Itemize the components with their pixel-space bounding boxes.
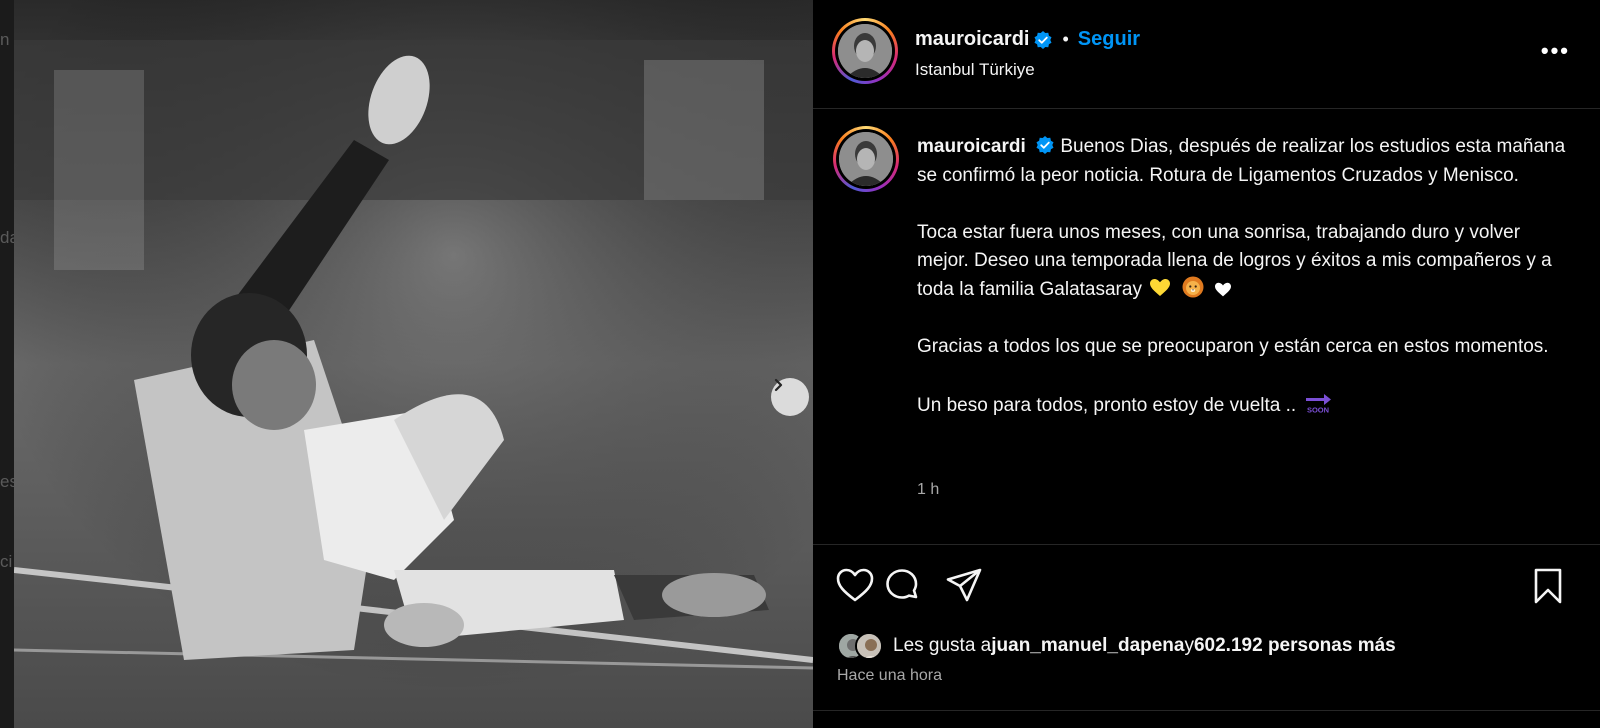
avatar-image xyxy=(839,132,893,186)
posted-time: Hace una hora xyxy=(837,667,942,684)
caption-paragraph: Un beso para todos, pronto estoy de vuel… xyxy=(917,394,1297,416)
likes-count[interactable]: 602.192 personas más xyxy=(1194,635,1396,657)
post-header: mauroicardi • Seguir Istanbul Türkiye ••… xyxy=(813,0,1600,109)
avatar-image xyxy=(838,24,892,78)
background-text: es xyxy=(0,472,14,491)
likes-summary: Les gusta a juan_manuel_dapena y 602.192… xyxy=(837,630,1396,662)
liker-avatar[interactable] xyxy=(855,632,883,660)
post-details-panel: mauroicardi • Seguir Istanbul Türkiye ••… xyxy=(813,0,1600,728)
post-photo[interactable] xyxy=(14,0,813,728)
chevron-right-icon xyxy=(774,378,783,392)
verified-icon xyxy=(1034,30,1052,49)
action-bar xyxy=(813,545,1600,615)
background-text: da xyxy=(0,228,14,247)
soon-emoji-label: SOON xyxy=(1307,405,1329,414)
follow-button[interactable]: Seguir xyxy=(1078,28,1140,51)
liker-avatar-image xyxy=(857,634,881,658)
likes-middle: y xyxy=(1184,635,1194,656)
caption-paragraph: Gracias a todos los que se preocuparon y… xyxy=(917,335,1549,357)
share-icon[interactable] xyxy=(945,567,983,603)
more-icon[interactable]: ••• xyxy=(1541,38,1570,64)
caption-text: mauroicardi Buenos Dias, después de real… xyxy=(917,133,1567,420)
next-photo-button[interactable] xyxy=(771,378,809,416)
comment-icon[interactable] xyxy=(883,567,921,605)
verified-icon xyxy=(1036,136,1054,154)
separator-dot: • xyxy=(1062,29,1069,49)
background-text: ci xyxy=(0,552,13,571)
yellow-heart-icon xyxy=(1150,278,1171,296)
avatar-story-ring[interactable] xyxy=(832,18,898,84)
background-text: n xyxy=(0,30,10,49)
background-page: n da es ci xyxy=(0,0,14,728)
post-image xyxy=(14,0,813,728)
heart-icon[interactable] xyxy=(835,567,875,603)
white-heart-icon xyxy=(1214,282,1231,296)
caption-section: mauroicardi Buenos Dias, después de real… xyxy=(813,109,1600,545)
caption-avatar-ring[interactable] xyxy=(833,126,899,192)
liker-username[interactable]: juan_manuel_dapena xyxy=(991,635,1184,657)
caption-avatar xyxy=(839,132,893,186)
post-time: 1 h xyxy=(917,481,940,498)
caption-paragraph: Toca estar fuera unos meses, con una son… xyxy=(917,221,1552,300)
lion-face-icon xyxy=(1182,276,1204,297)
bookmark-icon[interactable] xyxy=(1531,567,1565,605)
divider xyxy=(813,710,1600,711)
location-link[interactable]: Istanbul Türkiye xyxy=(915,60,1035,80)
username[interactable]: mauroicardi xyxy=(915,28,1029,51)
soon-arrow-icon: SOON xyxy=(1306,393,1332,414)
caption-username[interactable]: mauroicardi xyxy=(917,136,1026,157)
likes-prefix: Les gusta a xyxy=(893,635,992,656)
avatar xyxy=(838,24,892,78)
